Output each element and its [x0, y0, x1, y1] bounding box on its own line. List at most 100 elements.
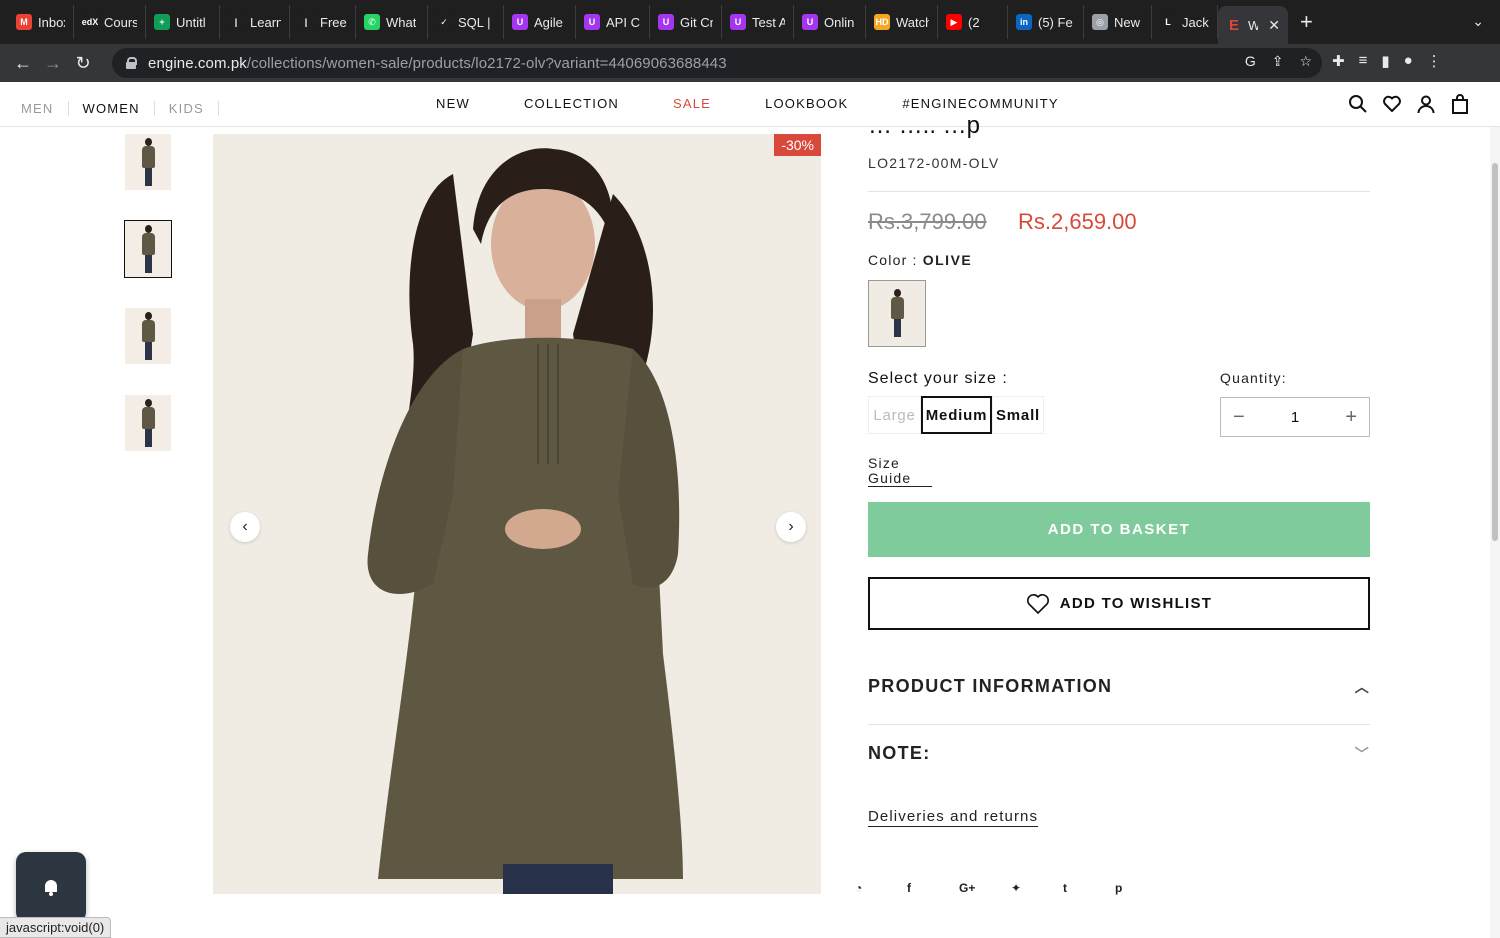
gmail-icon: M — [16, 14, 32, 30]
nav-new[interactable]: NEW — [436, 96, 470, 111]
browser-tab-title: (5) Fe — [1038, 14, 1073, 30]
l-icon: L — [1160, 14, 1176, 30]
color-swatch-olive[interactable] — [868, 280, 926, 347]
scrollbar-thumb[interactable] — [1492, 163, 1498, 541]
notification-bell-button[interactable] — [16, 852, 86, 922]
browser-tab[interactable]: in (5) Fe — [1008, 5, 1084, 39]
browser-menu-icon[interactable]: ⋮ — [1427, 52, 1442, 70]
browser-tab[interactable]: U Onlin — [794, 5, 866, 39]
browser-tab[interactable]: ✆ What — [356, 5, 428, 39]
google-plus-icon[interactable]: G+ — [959, 881, 1011, 895]
nav-sale[interactable]: SALE — [673, 96, 711, 111]
share-icon[interactable]: ⇪ — [1272, 53, 1284, 70]
deliveries-returns-link[interactable]: Deliveries and returns — [868, 808, 1039, 827]
quantity-value[interactable]: 1 — [1291, 409, 1299, 426]
browser-tab[interactable]: U Test A — [722, 5, 794, 39]
close-tab-icon[interactable]: ✕ — [1268, 17, 1280, 34]
browser-tab[interactable]: U Agile — [504, 5, 576, 39]
browser-tab[interactable]: | Learn — [220, 5, 290, 39]
tumblr-icon[interactable]: t — [1063, 881, 1115, 895]
add-to-basket-button[interactable]: ADD TO BASKET — [868, 502, 1370, 557]
size-selector: Large Medium Small — [868, 396, 1044, 434]
product-thumbnail[interactable] — [125, 134, 171, 190]
youtube-icon: ▶ — [946, 14, 962, 30]
media-queue-icon[interactable]: ≡ — [1359, 52, 1368, 70]
browser-tab[interactable]: M Inbox — [8, 5, 74, 39]
facebook-icon[interactable]: f — [907, 881, 959, 895]
product-thumbnail-selected[interactable] — [124, 220, 172, 278]
browser-tab[interactable]: + Untitl — [146, 5, 220, 39]
url-text[interactable]: engine.com.pk/collections/women-sale/pro… — [148, 55, 727, 72]
account-icon[interactable] — [1416, 94, 1436, 114]
udemy-icon: U — [584, 14, 600, 30]
gender-women[interactable]: WOMEN — [67, 101, 154, 116]
browser-tab[interactable]: | Free ( — [290, 5, 356, 39]
gender-men[interactable]: MEN — [21, 101, 68, 116]
back-arrow-icon[interactable]: ← — [8, 53, 38, 74]
plus-icon[interactable]: + — [1345, 406, 1357, 429]
browser-tab-title: Agile — [534, 14, 563, 30]
browser-tab-title: Learn — [250, 14, 281, 30]
browser-tab-strip: M Inbox edX Cours + Untitl | Learn | Free (✆ What ✓… — [0, 0, 1500, 44]
shopping-bag-icon[interactable] — [1450, 94, 1470, 114]
add-to-wishlist-button[interactable]: ADD TO WISHLIST — [868, 577, 1370, 630]
share-icons: ◔ f G+ ✦ t p — [855, 881, 1167, 895]
side-panel-icon[interactable]: ▮ — [1381, 52, 1389, 70]
nav-lookbook[interactable]: LOOKBOOK — [765, 96, 848, 111]
page-scrollbar[interactable] — [1490, 127, 1500, 938]
carousel-prev-icon[interactable]: ‹ — [230, 512, 260, 542]
browser-tab-title: What — [386, 14, 417, 30]
nav-collection[interactable]: COLLECTION — [524, 96, 619, 111]
size-option-small[interactable]: Small — [992, 396, 1044, 434]
browser-tab[interactable]: U Git Cr — [650, 5, 722, 39]
browser-tab-title: Git Cr — [680, 14, 713, 30]
browser-tab-active[interactable]: E W ✕ — [1218, 6, 1288, 44]
product-main-image[interactable]: -30% ‹ › — [213, 134, 821, 894]
chrome-icon: ◎ — [1092, 14, 1108, 30]
size-guide-link[interactable]: Size Guide — [868, 456, 932, 487]
profile-avatar-icon[interactable]: ● — [1404, 52, 1413, 70]
browser-tab[interactable]: ✓ SQL | — [428, 5, 504, 39]
accordion-note[interactable]: NOTE: ﹀ — [868, 743, 1370, 764]
product-thumbnail[interactable] — [125, 395, 171, 451]
browser-tab-title: W — [1248, 17, 1259, 33]
nav-enginecommunity[interactable]: #ENGINECOMMUNITY — [902, 96, 1058, 111]
product-thumbnail[interactable] — [125, 308, 171, 364]
lock-icon[interactable] — [126, 57, 137, 69]
browser-tab[interactable]: ▶ (2 — [938, 5, 1008, 39]
accordion-product-information[interactable]: PRODUCT INFORMATION ︿ — [868, 676, 1370, 697]
new-tab-icon[interactable]: + — [1300, 9, 1313, 35]
browser-tab-title: Test A — [752, 14, 785, 30]
gender-nav: MEN WOMEN KIDS — [21, 101, 219, 116]
google-lens-icon[interactable]: G — [1245, 53, 1256, 70]
gender-kids[interactable]: KIDS — [153, 101, 219, 116]
reload-icon[interactable]: ↻ — [68, 53, 98, 74]
extensions-puzzle-icon[interactable]: ✚ — [1332, 52, 1345, 70]
engine-icon: E — [1228, 16, 1239, 34]
browser-tab[interactable]: U API C — [576, 5, 650, 39]
twitter-icon[interactable]: ✦ — [1011, 881, 1063, 895]
forward-arrow-icon[interactable]: → — [38, 53, 68, 74]
carousel-next-icon[interactable]: › — [776, 512, 806, 542]
color-label: Color : OLIVE — [868, 252, 972, 268]
address-bar[interactable]: engine.com.pk/collections/women-sale/pro… — [112, 48, 1322, 78]
browser-tab[interactable]: edX Cours — [74, 5, 146, 39]
browser-tab[interactable]: L Jacke — [1152, 5, 1218, 39]
size-option-medium[interactable]: Medium — [921, 396, 992, 434]
bookmark-star-icon[interactable]: ☆ — [1299, 53, 1312, 70]
pinterest-icon[interactable]: p — [1115, 881, 1167, 895]
browser-toolbar: ← → ↻ engine.com.pk/collections/women-sa… — [0, 44, 1500, 82]
udemy-icon: U — [730, 14, 746, 30]
browser-tab[interactable]: ◎ New T — [1084, 5, 1152, 39]
chevron-down-icon: ﹀ — [1354, 745, 1370, 762]
udemy-icon: U — [512, 14, 528, 30]
minus-icon[interactable]: − — [1233, 406, 1245, 429]
quantity-label: Quantity: — [1220, 370, 1287, 386]
wishlist-heart-icon[interactable] — [1382, 94, 1402, 114]
tab-search-chevron-icon[interactable]: ⌄ — [1472, 13, 1484, 30]
browser-tab-title: Jacke — [1182, 14, 1209, 30]
size-option-large[interactable]: Large — [868, 396, 921, 434]
browser-tab[interactable]: HD Watch — [866, 5, 938, 39]
search-icon[interactable] — [1348, 94, 1368, 114]
whatsapp-icon[interactable]: ◔ — [855, 881, 907, 895]
